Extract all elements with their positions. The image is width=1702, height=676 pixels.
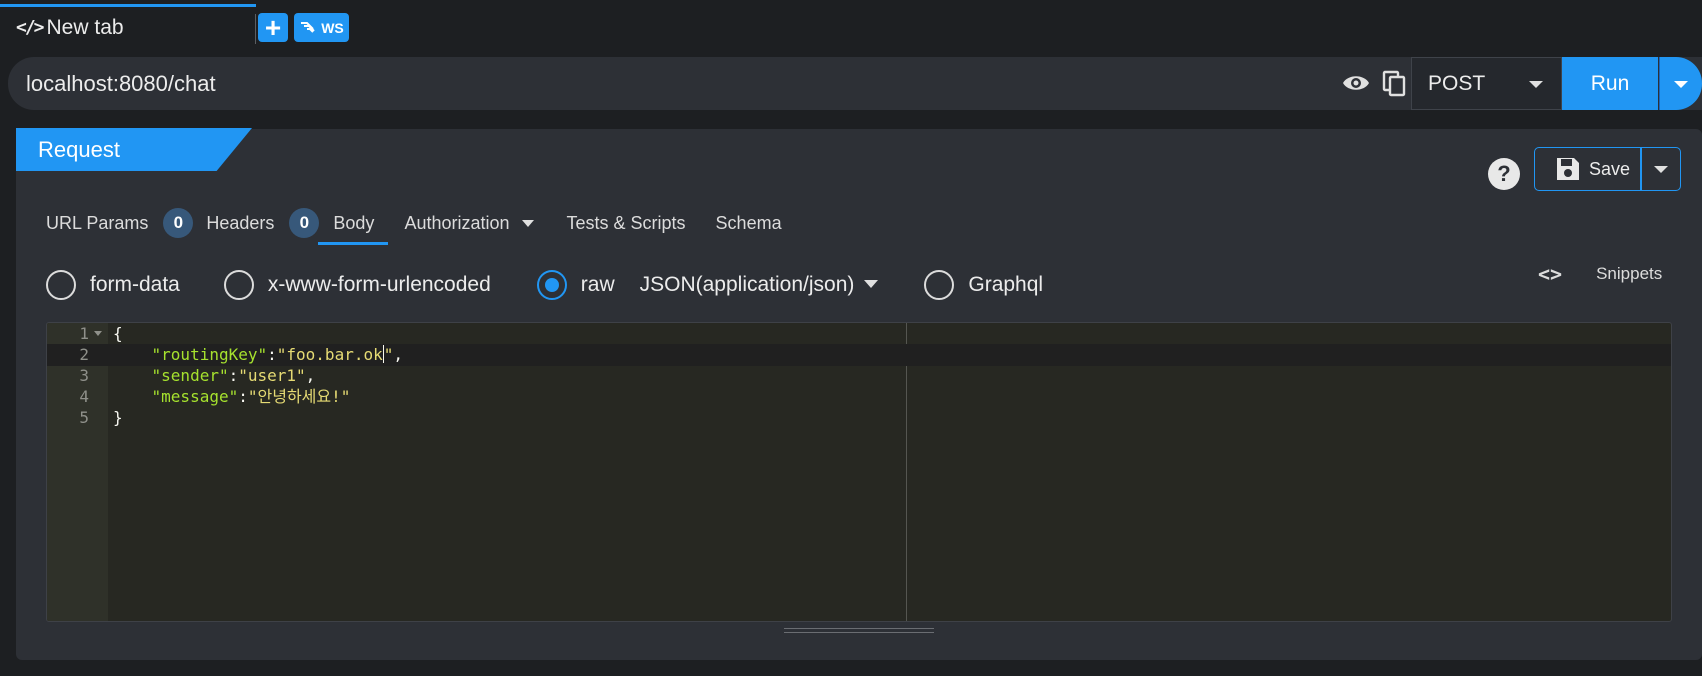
code-text: { xyxy=(113,324,123,343)
plus-icon: + xyxy=(264,11,282,43)
websocket-tab-button[interactable]: WS xyxy=(294,13,349,42)
url-params-count-badge: 0 xyxy=(163,208,194,238)
tab-label: Headers xyxy=(206,212,275,233)
chevron-down-icon xyxy=(1674,81,1688,88)
floppy-disk-icon xyxy=(1557,158,1579,180)
chevron-down-icon xyxy=(1654,166,1668,173)
radio-label: form-data xyxy=(90,273,180,296)
json-string-end: " xyxy=(383,345,394,364)
line-number: 1 xyxy=(79,324,89,343)
ws-label: WS xyxy=(321,19,344,36)
line-number: 3 xyxy=(79,366,89,385)
body-code-editor[interactable]: 1 { 2 "routingKey":"foo.bar.ok", 3 "send… xyxy=(46,322,1672,622)
code-line[interactable]: 1 { xyxy=(47,323,1671,345)
radio-circle xyxy=(46,270,76,300)
code-line[interactable]: 5 } xyxy=(47,407,1671,429)
line-number: 2 xyxy=(79,345,89,364)
fold-arrow-icon[interactable] xyxy=(94,331,102,336)
websocket-icon xyxy=(301,21,315,33)
code-icon: </> xyxy=(16,17,44,38)
radio-circle xyxy=(223,270,254,300)
line-number: 5 xyxy=(79,408,89,427)
run-button[interactable]: Run xyxy=(1562,57,1658,110)
radio-label: raw xyxy=(580,273,615,296)
tab-label: URL Params xyxy=(46,212,149,233)
tab-url-params[interactable]: URL Params 0 xyxy=(46,203,194,243)
request-subtabs: URL Params 0 Headers 0 Body Authorizatio… xyxy=(46,203,782,245)
request-title: Request xyxy=(38,136,120,162)
json-string: "foo.bar.ok xyxy=(276,345,383,364)
headers-count-badge: 0 xyxy=(289,208,320,238)
tab-tests-scripts[interactable]: Tests & Scripts xyxy=(567,203,686,243)
code-text: } xyxy=(113,408,123,427)
add-tab-button[interactable]: + xyxy=(258,13,288,42)
save-button[interactable]: Save xyxy=(1534,147,1641,191)
tab-new-tab[interactable]: </> New tab xyxy=(0,4,256,48)
code-line[interactable]: 4 "message":"안녕하세요!" xyxy=(47,386,1671,408)
eye-icon[interactable] xyxy=(1341,70,1371,96)
raw-format-value: JSON(application/json) xyxy=(639,273,855,296)
tab-label: Tests & Scripts xyxy=(566,212,686,233)
radio-label: Graphql xyxy=(968,273,1044,296)
radio-urlencoded[interactable]: x-www-form-urlencoded xyxy=(223,270,491,300)
code-line-active[interactable]: 2 "routingKey":"foo.bar.ok", xyxy=(47,344,1671,366)
tab-strip: </> New tab + WS xyxy=(0,0,1702,52)
copy-icon[interactable] xyxy=(1382,70,1408,98)
tab-authorization[interactable]: Authorization xyxy=(404,203,534,243)
radio-circle-selected xyxy=(536,270,567,300)
raw-format-select[interactable]: JSON(application/json) xyxy=(640,273,879,297)
editor-resize-handle[interactable] xyxy=(784,628,934,633)
body-type-radios: form-data x-www-form-urlencoded raw JSON… xyxy=(46,265,1043,305)
tab-body[interactable]: Body xyxy=(318,203,389,245)
chevron-down-icon xyxy=(1529,81,1543,88)
json-key: "message" xyxy=(151,387,239,406)
help-glyph: ? xyxy=(1497,161,1511,186)
json-string: "안녕하세요!" xyxy=(247,387,351,406)
tab-schema[interactable]: Schema xyxy=(716,203,782,243)
url-input[interactable] xyxy=(26,57,1326,110)
tab-headers[interactable]: Headers 0 xyxy=(206,203,320,243)
snippets-label: Snippets xyxy=(1596,264,1663,283)
json-key: "routingKey" xyxy=(151,345,268,364)
tab-separator xyxy=(255,14,256,44)
run-label: Run xyxy=(1590,71,1630,95)
tab-label: New tab xyxy=(46,15,124,39)
tab-label: Body xyxy=(333,212,375,233)
method-select[interactable]: POST xyxy=(1411,57,1562,110)
code-brackets-icon: <> xyxy=(1538,262,1563,286)
radio-raw[interactable]: raw xyxy=(536,270,615,300)
radio-form-data[interactable]: form-data xyxy=(46,270,180,300)
chevron-down-icon xyxy=(521,219,534,227)
help-icon[interactable]: ? xyxy=(1488,158,1520,190)
radio-circle xyxy=(924,270,955,300)
line-number: 4 xyxy=(79,387,89,406)
json-string: "user1" xyxy=(238,366,306,385)
method-value: POST xyxy=(1428,71,1486,95)
tab-label: Authorization xyxy=(404,212,510,233)
save-label: Save xyxy=(1589,158,1631,179)
save-options-button[interactable] xyxy=(1641,147,1681,191)
snippets-button[interactable]: <> Snippets xyxy=(1538,262,1662,286)
chevron-down-icon xyxy=(864,280,879,288)
radio-graphql[interactable]: Graphql xyxy=(924,270,1043,300)
radio-label: x-www-form-urlencoded xyxy=(267,273,491,296)
request-header: Request xyxy=(16,128,252,171)
json-key: "sender" xyxy=(151,366,229,385)
code-line[interactable]: 3 "sender":"user1", xyxy=(47,365,1671,387)
tab-label: Schema xyxy=(715,212,782,233)
